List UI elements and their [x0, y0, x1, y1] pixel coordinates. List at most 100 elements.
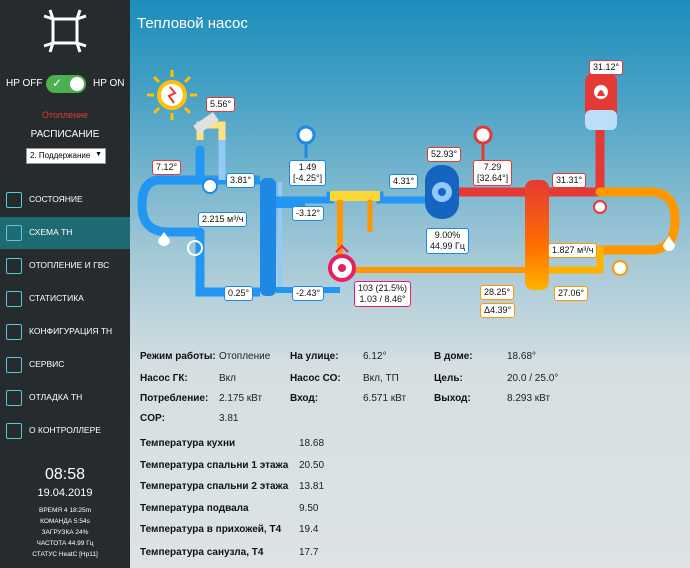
pump-co-value: Вкл, ТП — [363, 373, 399, 384]
status-line: ЧАСТОТА 44.99 Гц — [36, 540, 94, 547]
temp-label: Температура в прихожей, Т4 — [140, 524, 282, 535]
nav-label: ОТОПЛЕНИЕ И ГВС — [29, 260, 110, 270]
evaporator-in-value: -2.43° — [292, 286, 325, 301]
tools-icon — [6, 357, 22, 373]
nav-item-schema[interactable]: СХЕМА ТН — [0, 217, 130, 249]
high-pressure-bar: 7.29 — [483, 162, 502, 172]
nav-item-state[interactable]: СОСТОЯНИЕ — [0, 184, 130, 216]
sun-icon — [147, 70, 197, 120]
nav-label: СЕРВИС — [29, 359, 65, 369]
pump-gk-value: Вкл — [219, 373, 236, 384]
date: 19.04.2019 — [37, 487, 93, 499]
sun-temp-value: 5.56° — [206, 97, 236, 112]
hp-on-label: HP ON — [93, 78, 125, 89]
nav-label: СТАТИСТИКА — [29, 293, 84, 303]
nav-item-config[interactable]: КОНФИГУРАЦИЯ ТН — [0, 316, 130, 348]
chevron-down-icon: ▼ — [95, 151, 102, 158]
hp-toggle[interactable]: ✓ — [46, 75, 86, 93]
nav-label: КОНФИГУРАЦИЯ ТН — [29, 326, 113, 336]
eev-superheat: 1.03 / 8.46° — [359, 294, 406, 304]
nav-item-service[interactable]: СЕРВИС — [0, 349, 130, 381]
mode-label: Режим работы: — [140, 351, 216, 362]
debug-icon — [6, 390, 22, 406]
temp-value: 18.68 — [299, 438, 325, 449]
home-label: В доме: — [434, 351, 473, 362]
suction-temp-value: 4.31° — [389, 174, 419, 189]
condenser — [525, 180, 549, 290]
nav-label: СОСТОЯНИЕ — [29, 194, 83, 204]
nav-item-statistics[interactable]: СТАТИСТИКА — [0, 283, 130, 315]
pump-gk-label: Насос ГК: — [140, 373, 188, 384]
heating-mode-label: Отопление — [41, 110, 89, 120]
chart-icon — [6, 291, 22, 307]
cop-label: COP: — [140, 413, 165, 424]
temp-label: Температура подвала — [140, 503, 249, 514]
hp-switch-row: HP OFF ✓ HP ON — [0, 73, 130, 93]
filter-drier — [330, 191, 380, 201]
home-value: 18.68° — [507, 351, 537, 362]
status-line: КОМАНДА 5:54s — [40, 518, 90, 525]
flow-value: 2.215 м³/ч — [198, 212, 248, 227]
nav-label: ОТЛАДКА ТН — [29, 392, 83, 402]
check-icon: ✓ — [52, 76, 63, 90]
boiler-temp-value: 31.12° — [589, 60, 624, 75]
house-icon — [6, 192, 22, 208]
compressor-freq: 44.99 Гц — [430, 241, 466, 251]
heat-flow-value: 1.827 м³/ч — [548, 243, 598, 258]
nav-label: СХЕМА ТН — [29, 227, 73, 237]
temp-value: 13.81 — [299, 481, 325, 492]
schema-icon — [6, 225, 22, 241]
pump-icon — [612, 260, 628, 276]
delta-temp-value: Δ4.39° — [480, 303, 516, 318]
temp-label: Температура санузла, Т4 — [140, 547, 264, 558]
pre-hx-temp-value: 3.81° — [226, 173, 256, 188]
high-pressure-temp: [32.64°] — [477, 173, 509, 183]
schedule-select[interactable]: 2. Поддержание ▼ — [26, 148, 106, 164]
status-line: ВРЕМЯ 4 18:25m — [38, 507, 92, 514]
status-line: СТАТУС HeatC [Hp11] — [32, 551, 98, 558]
toggle-knob — [70, 77, 84, 91]
valve-icon — [593, 200, 607, 214]
high-pressure-value: 7.29 [32.64°] — [473, 160, 513, 186]
temp-value: 20.50 — [299, 460, 325, 471]
compressor-info: 9.00% 44.99 Гц — [426, 228, 470, 254]
low-pressure-gauge-icon — [296, 125, 316, 145]
heat-return-value: 27.06° — [554, 286, 589, 301]
temp-value: 9.50 — [299, 503, 319, 514]
output-label: Выход: — [434, 393, 471, 404]
target-value: 20.0 / 25.0° — [507, 373, 559, 384]
heat-pump-schema — [137, 70, 680, 297]
nav-item-heating[interactable]: ОТОПЛЕНИЕ И ГВС — [0, 250, 130, 282]
status-line: ЗАГРУЗКА 24% — [41, 529, 89, 536]
cop-value: 3.81 — [219, 413, 239, 424]
cloud-icon — [6, 423, 22, 439]
eev-steps: 103 (21.5%) — [358, 283, 408, 293]
compressor-load: 9.00% — [434, 230, 461, 240]
outside-label: На улице: — [290, 351, 339, 362]
schedule-label: РАСПИСАНИЕ — [30, 129, 100, 140]
low-pressure-value: 1.49 [-4.25°] — [289, 160, 327, 186]
supply-temp-value: 31.31° — [552, 173, 587, 188]
output-value: 8.293 кВт — [507, 393, 551, 404]
nav-item-about[interactable]: О КОНТРОЛЛЕРЕ — [0, 415, 130, 447]
nav-label: О КОНТРОЛЛЕРЕ — [29, 425, 101, 435]
nav-item-debug[interactable]: ОТЛАДКА ТН — [0, 382, 130, 414]
schedule-value: 2. Поддержание — [30, 151, 91, 160]
evaporator — [260, 178, 276, 296]
config-icon — [6, 324, 22, 340]
eev-value: 103 (21.5%) 1.03 / 8.46° — [354, 281, 412, 307]
temp-label: Температура спальни 1 этажа — [140, 460, 289, 471]
input-value: 6.571 кВт — [363, 393, 407, 404]
temp-label: Температура кухни — [140, 438, 236, 449]
brine-return-value: 0.25° — [224, 286, 254, 301]
sidebar: HP OFF ✓ HP ON Отопление РАСПИСАНИЕ 2. П… — [0, 0, 130, 568]
evaporator-out-value: -3.12° — [292, 206, 325, 221]
pump-icon — [202, 178, 218, 194]
temp-value: 17.7 — [299, 547, 319, 558]
clock: 08:58 — [44, 466, 86, 483]
consumption-value: 2.175 кВт — [219, 393, 263, 404]
outside-value: 6.12° — [363, 351, 387, 362]
target-label: Цель: — [434, 373, 463, 384]
input-label: Вход: — [290, 393, 319, 404]
consumption-label: Потребление: — [140, 393, 209, 404]
